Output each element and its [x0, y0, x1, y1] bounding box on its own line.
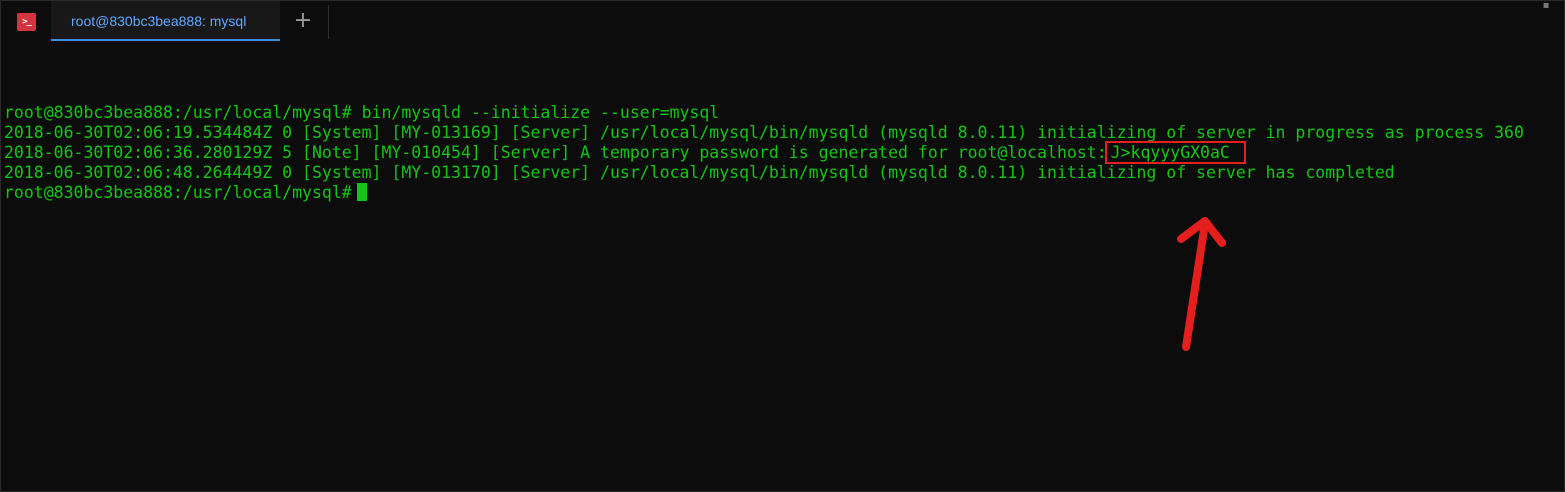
tab-title: root@830bc3bea888: mysql	[71, 13, 247, 29]
red-arrow-annotation-icon	[1177, 217, 1226, 351]
terminal-icon[interactable]: >_	[17, 13, 36, 31]
terminal-line: 2018-06-30T02:06:19.534484Z 0 [System] […	[4, 123, 1524, 142]
window-control-icon[interactable]: ▪	[1538, 1, 1554, 15]
terminal-line: 2018-06-30T02:06:36.280129Z 5 [Note] [MY…	[1, 141, 1565, 164]
tab-divider	[328, 5, 329, 39]
new-tab-button[interactable]: +	[291, 9, 315, 33]
terminal-prompt: root@830bc3bea888:/usr/local/mysql#	[4, 183, 352, 202]
terminal-line: 2018-06-30T02:06:48.264449Z 0 [System] […	[4, 163, 1395, 182]
terminal-line: root@830bc3bea888:/usr/local/mysql# bin/…	[4, 103, 720, 122]
terminal-prompt-line: root@830bc3bea888:/usr/local/mysql#	[1, 183, 1565, 203]
terminal-output[interactable]: root@830bc3bea888:/usr/local/mysql# bin/…	[1, 103, 1565, 203]
text-cursor[interactable]	[356, 183, 367, 201]
terminal-line-text: 2018-06-30T02:06:36.280129Z 5 [Note] [MY…	[4, 143, 1107, 162]
tab-bar: >_ root@830bc3bea888: mysql + ▪	[1, 1, 1564, 45]
temporary-password: J>kqyyyGX0aC	[1104, 141, 1246, 164]
tab-mysql[interactable]: root@830bc3bea888: mysql	[51, 1, 280, 41]
terminal-window: >_ root@830bc3bea888: mysql + ▪ root@830…	[0, 0, 1565, 492]
